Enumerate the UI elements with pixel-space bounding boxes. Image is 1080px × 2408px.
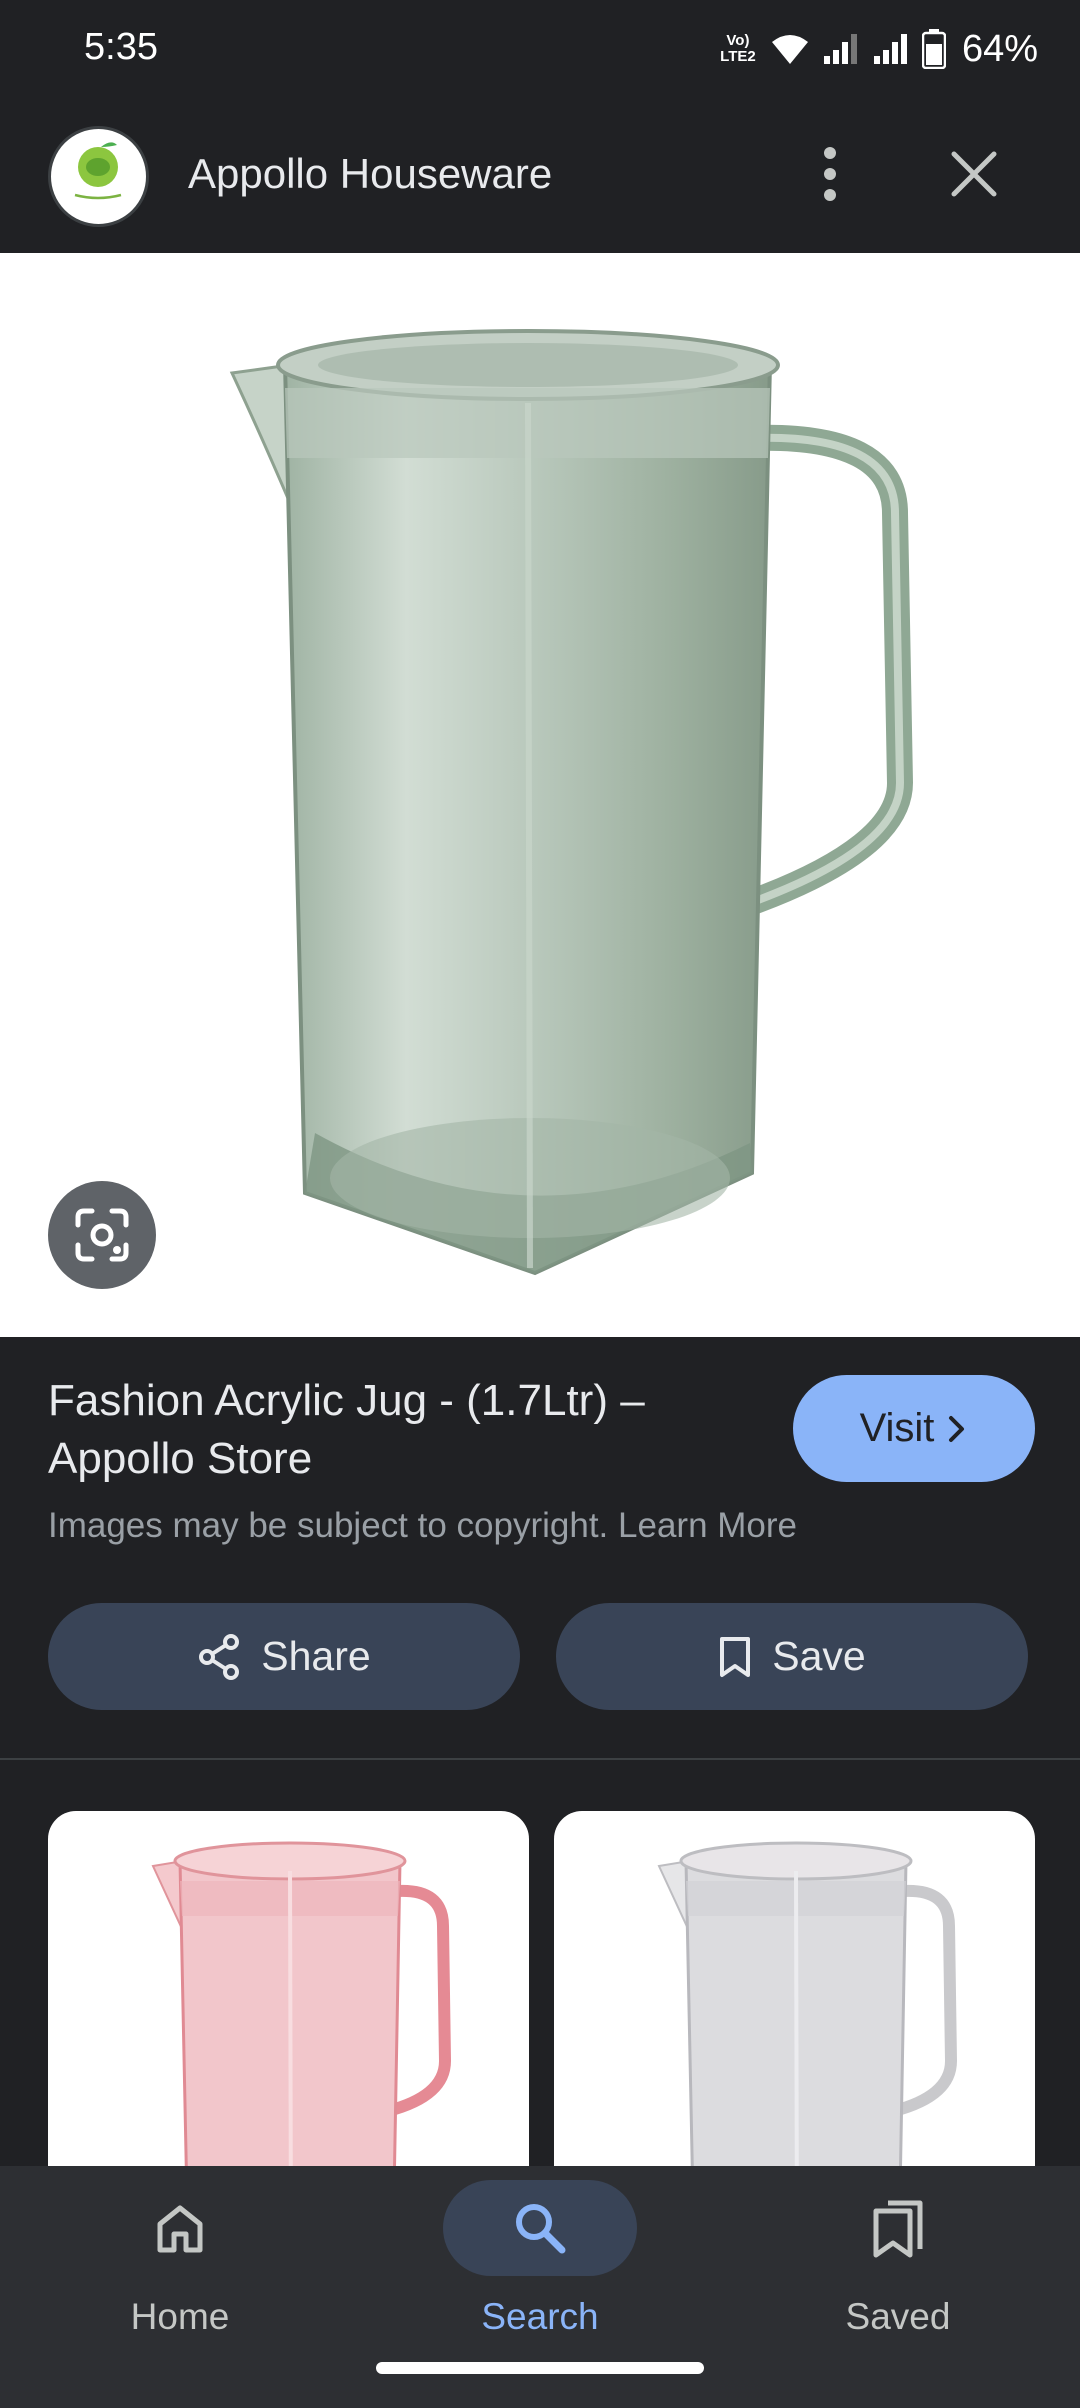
share-icon — [199, 1633, 240, 1680]
home-icon — [157, 2205, 203, 2253]
nav-saved-label: Saved — [845, 2296, 951, 2337]
save-label: Save — [772, 1633, 866, 1679]
bookmark-icon — [720, 1636, 751, 1677]
more-vert-icon — [824, 147, 836, 201]
close-button[interactable] — [944, 144, 1004, 204]
saved-collections-icon — [873, 2200, 923, 2258]
nav-search[interactable]: Search — [410, 2166, 670, 2366]
nav-search-label: Search — [481, 2296, 599, 2337]
visit-label: Visit — [859, 1406, 935, 1450]
learn-more-link[interactable]: Learn More — [618, 1506, 797, 1545]
nav-home-icon-container — [83, 2180, 277, 2276]
google-lens-button[interactable] — [48, 1181, 156, 1289]
green-jug-image — [229, 329, 913, 1276]
google-lens-icon — [75, 1208, 129, 1262]
status-time: 5:35 — [84, 26, 158, 68]
nav-search-icon-container — [443, 2180, 637, 2276]
more-options-button[interactable] — [804, 144, 856, 204]
product-title[interactable]: Fashion Acrylic Jug - (1.7Ltr) – Appollo… — [48, 1372, 748, 1488]
top-app-bar: Appollo Houseware — [0, 98, 1080, 253]
save-button[interactable]: Save — [556, 1603, 1028, 1710]
appollo-houseware-logo[interactable] — [48, 126, 149, 227]
nav-home-label: Home — [130, 2296, 230, 2337]
battery-percentage: 64% — [961, 27, 1038, 70]
signal-icon-2 — [873, 34, 907, 64]
site-title[interactable]: Appollo Houseware — [188, 150, 552, 198]
nav-home[interactable]: Home — [50, 2166, 310, 2366]
share-button[interactable]: Share — [48, 1603, 520, 1710]
gesture-home-indicator[interactable] — [376, 2362, 704, 2374]
signal-icon — [823, 34, 857, 64]
nav-saved-icon-container — [801, 2180, 995, 2276]
status-bar: 5:35 Vo) LTE2 64% — [0, 0, 1080, 98]
volte-lte-indicator: Vo) LTE2 — [720, 32, 756, 65]
close-icon — [951, 151, 997, 197]
copyright-text: Images may be subject to copyright. — [48, 1506, 609, 1545]
battery-icon — [921, 29, 946, 69]
copyright-notice: Images may be subject to copyright. Lear… — [48, 1506, 797, 1546]
section-divider — [0, 1758, 1080, 1760]
chevron-right-icon — [949, 1415, 965, 1442]
search-icon — [516, 2204, 566, 2254]
wifi-icon — [771, 35, 808, 64]
status-icons: Vo) LTE2 64% — [718, 22, 1038, 76]
visit-button[interactable]: Visit — [793, 1375, 1035, 1482]
share-label: Share — [261, 1633, 371, 1679]
main-product-image[interactable] — [0, 253, 1080, 1337]
nav-saved[interactable]: Saved — [768, 2166, 1028, 2366]
